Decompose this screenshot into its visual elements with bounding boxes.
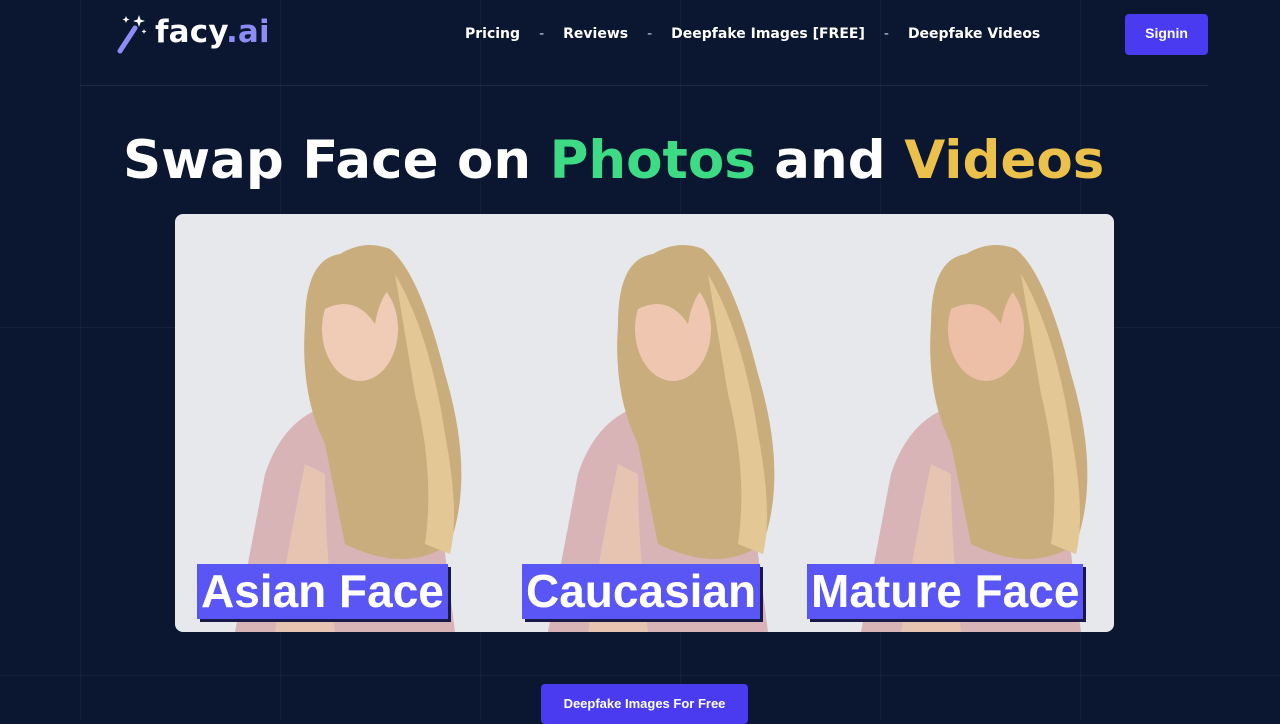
label-asian-face: Asian Face [197,564,448,619]
magic-wand-icon [117,15,147,54]
hero-highlight-photos: Photos [549,130,756,191]
logo-name: facy [155,13,226,50]
nav-reviews[interactable]: Reviews [563,26,628,42]
signin-button[interactable]: Signin [1125,14,1208,55]
nav-deepfake-images[interactable]: Deepfake Images [FREE] [671,26,865,42]
hero-title-part: Swap Face on [123,130,550,191]
header-divider [80,85,1208,86]
logo-text: facy.ai [155,13,270,50]
nav-separator: - [647,26,653,42]
logo-suffix: .ai [225,13,270,50]
site-header: facy.ai Pricing - Reviews - Deepfake Ima… [0,0,1280,70]
hero-title-part: and [755,130,905,191]
logo[interactable]: facy.ai [115,13,270,55]
hero-highlight-videos: Videos [904,130,1105,191]
nav-pricing[interactable]: Pricing [465,26,520,42]
hero-title: Swap Face on Photos and Videos [123,134,1104,187]
main-nav: Pricing - Reviews - Deepfake Images [FRE… [465,26,1040,42]
nav-separator: - [539,26,545,42]
label-caucasian: Caucasian [522,564,761,619]
label-mature-face: Mature Face [807,564,1084,619]
deepfake-images-free-button[interactable]: Deepfake Images For Free [541,684,748,724]
nav-separator: - [883,26,889,42]
nav-deepfake-videos[interactable]: Deepfake Videos [908,26,1040,42]
